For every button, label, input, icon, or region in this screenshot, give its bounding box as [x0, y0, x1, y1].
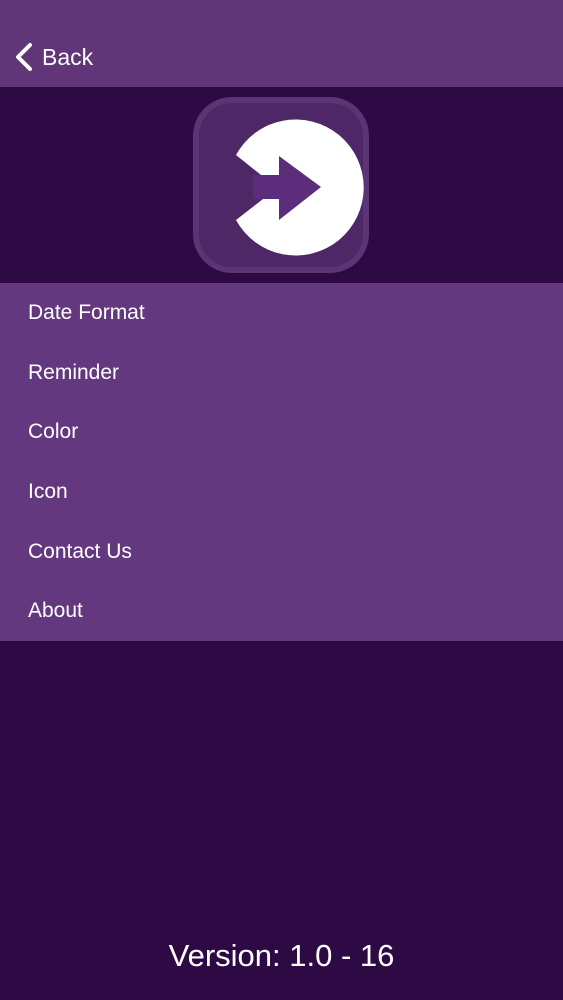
menu-item-label: Color	[28, 420, 79, 444]
menu-item-label: Date Format	[28, 300, 145, 324]
header-banner	[0, 87, 563, 283]
chevron-left-icon	[16, 43, 32, 71]
back-button[interactable]: Back	[14, 40, 93, 74]
menu-item-label: About	[28, 599, 83, 623]
menu-item-about[interactable]: About	[0, 581, 563, 641]
menu-item-color[interactable]: Color	[0, 402, 563, 462]
settings-menu: Date Format Reminder Color Icon Contact …	[0, 283, 563, 641]
app-logo-arrow-icon	[193, 97, 369, 273]
menu-item-label: Reminder	[28, 360, 120, 384]
version-label: Version: 1.0 - 16	[168, 938, 395, 973]
navigation-bar: Back	[0, 0, 563, 87]
back-label: Back	[42, 43, 94, 70]
menu-item-contact-us[interactable]: Contact Us	[0, 522, 563, 582]
menu-item-icon[interactable]: Icon	[0, 462, 563, 522]
menu-item-reminder[interactable]: Reminder	[0, 343, 563, 403]
menu-item-date-format[interactable]: Date Format	[0, 283, 563, 343]
menu-item-label: Contact Us	[28, 539, 132, 563]
menu-item-label: Icon	[28, 479, 68, 503]
